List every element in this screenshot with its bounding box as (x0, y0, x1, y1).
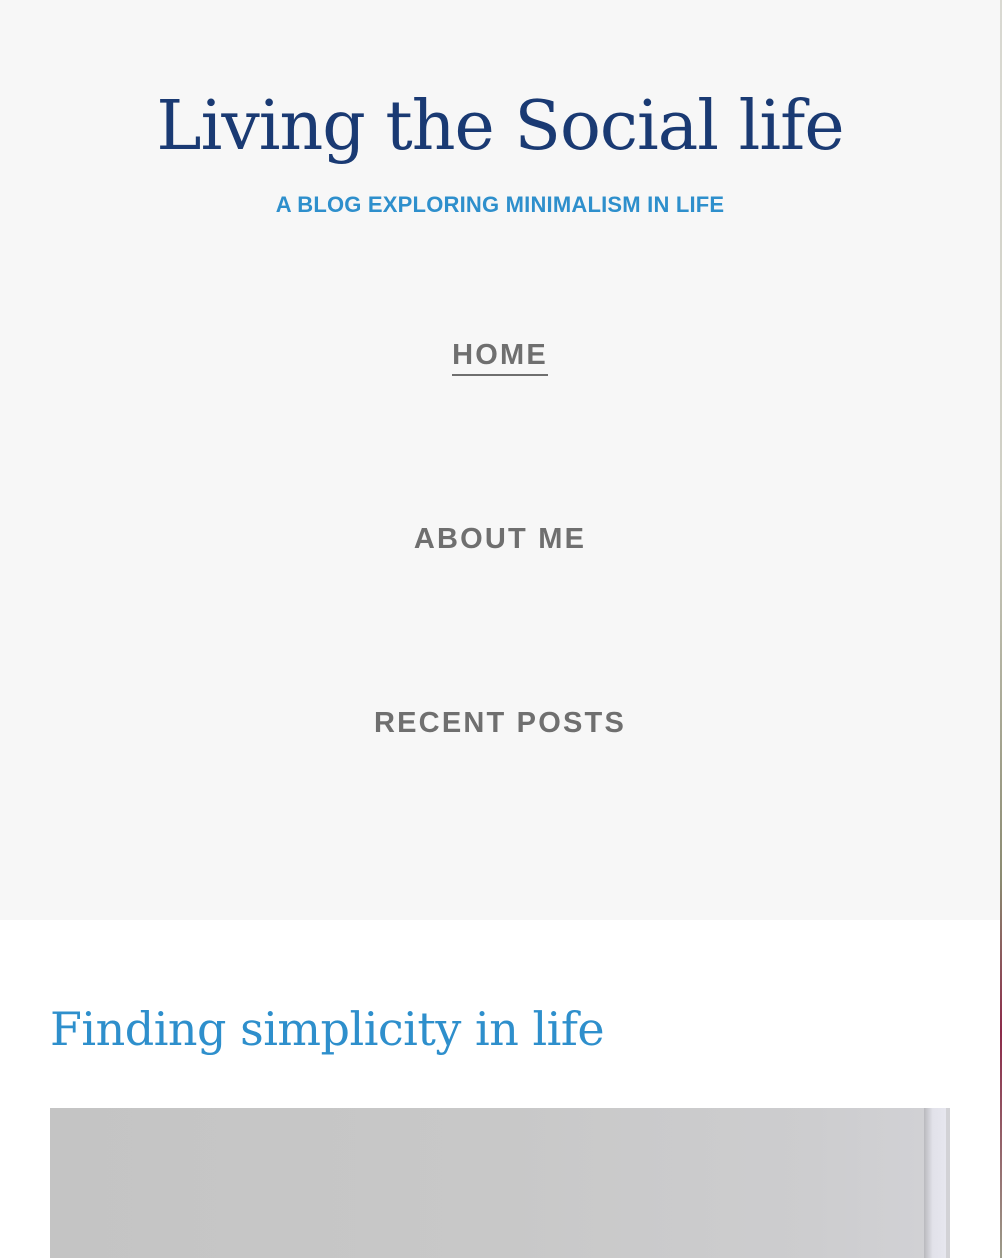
nav-link-about-me[interactable]: ABOUT ME (414, 520, 586, 558)
site-tagline: A BLOG EXPLORING MINIMALISM IN LIFE (275, 192, 725, 217)
image-wall-edge (924, 1108, 946, 1258)
nav-item-about-me: ABOUT ME (0, 520, 1000, 558)
nav-link-home[interactable]: HOME (452, 336, 548, 376)
nav-item-home: HOME (0, 336, 1000, 376)
nav-item-recent-posts: RECENT POSTS (0, 704, 1000, 742)
post-title[interactable]: Finding simplicity in life (50, 998, 605, 1060)
nav-link-recent-posts[interactable]: RECENT POSTS (374, 704, 626, 742)
post-featured-image[interactable] (50, 1108, 950, 1258)
site-title[interactable]: Living the Social life (0, 82, 1000, 172)
site-header: Living the Social life A BLOG EXPLORING … (0, 0, 1000, 920)
